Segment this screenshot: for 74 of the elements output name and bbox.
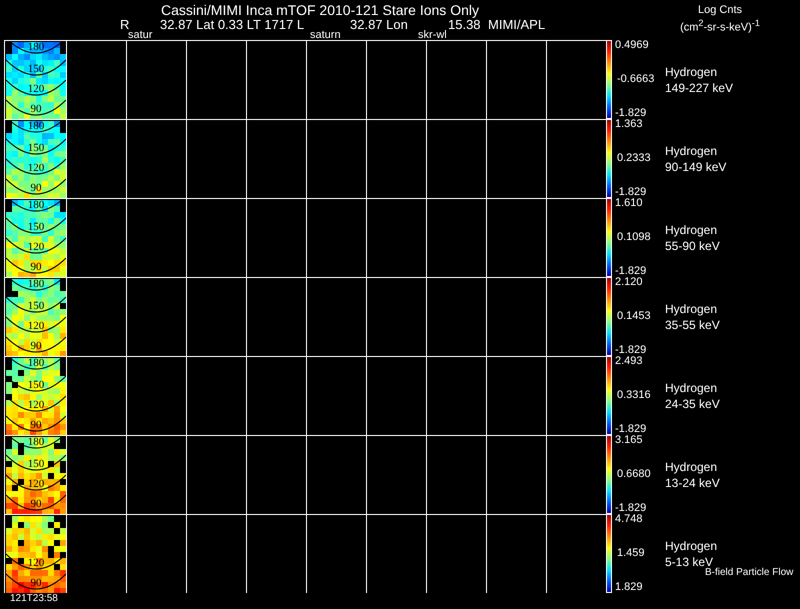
energy-label: 55-90 keV [665, 238, 720, 254]
colorbar-max: 1.610 [615, 198, 643, 209]
contour-label: 120 [28, 83, 44, 95]
colorbar-mid: -0.6663 [617, 74, 654, 85]
energy-label: 13-24 keV [665, 474, 720, 490]
target-label: skr-wl [418, 31, 447, 40]
contour-label: 120 [28, 399, 44, 411]
contour-label: 90 [30, 182, 42, 194]
ephemeris-text: 32.87 Lon [350, 18, 409, 31]
units-title: Log Cnts [698, 4, 742, 17]
colorbar-mid: 1.459 [617, 548, 645, 559]
contour-label: 150 [28, 300, 44, 312]
species-label: Hydrogen [665, 64, 718, 80]
contour-label: 150 [28, 379, 44, 391]
contour-label: 180 [28, 358, 44, 369]
colorbar-mid: 0.6680 [617, 469, 651, 480]
contour-label: 150 [28, 142, 44, 154]
colorbar-max: 2.493 [615, 356, 643, 367]
colorbar-min: -1.829 [615, 187, 646, 198]
legend-note: B-field Particle Flow [705, 566, 794, 580]
contour-label: 150 [28, 458, 44, 470]
ephemeris-text: 15.38 [448, 18, 482, 31]
species-label: Hydrogen [665, 222, 718, 238]
contour-label: 90 [30, 577, 42, 589]
contour-label: 90 [30, 261, 42, 273]
colorbar-min: -1.829 [615, 503, 646, 514]
contour-label: 180 [28, 121, 44, 132]
contour-label: 120 [28, 557, 44, 569]
colorbar-max: 2.120 [615, 277, 643, 288]
species-label: Hydrogen [665, 142, 718, 158]
species-label: Hydrogen [665, 458, 718, 474]
ephemeris-text: 32.87 Lat 0.33 LT 1717 L [160, 18, 306, 31]
colorbar-mid: 0.1453 [617, 311, 651, 322]
contour-label: 180 [28, 200, 44, 211]
species-label: Hydrogen [665, 300, 718, 316]
energy-label: 149-227 keV [665, 80, 734, 96]
contour-label: 120 [28, 241, 44, 253]
energy-label: 24-35 keV [665, 396, 720, 412]
colorbar-mid: 0.2333 [617, 153, 651, 164]
colorbar-min: -1.829 [615, 345, 646, 356]
energy-label: 35-55 keV [665, 316, 720, 332]
units-label: (cm$^{2}$-sr-s-keV)$^{-1}$ [680, 17, 760, 35]
colorbar-max: 3.165 [615, 435, 643, 446]
species-label: Hydrogen [665, 538, 718, 554]
ephemeris-text: R [120, 18, 130, 31]
contour-label: 180 [28, 437, 44, 448]
colorbar-max: 1.363 [615, 119, 643, 130]
time-label: 121T23:58 [10, 593, 59, 605]
species-label: Hydrogen [665, 380, 718, 396]
contour-label: 180 [28, 42, 44, 53]
contour-label: 90 [30, 340, 42, 352]
contour-label: 120 [28, 162, 44, 174]
colorbar-min: -1.829 [615, 266, 646, 277]
colorbar-mid: 0.1098 [617, 232, 651, 243]
ephemeris-text: MIMI/APL [488, 18, 546, 31]
contour-label: 120 [28, 320, 44, 332]
contour-label: 120 [28, 478, 44, 490]
energy-label: 90-149 keV [665, 158, 726, 174]
contour-label: 90 [30, 103, 42, 115]
colorbar-max: 4.748 [615, 514, 643, 525]
contour-label: 150 [28, 63, 44, 75]
colorbar-mid: 0.3316 [617, 390, 651, 401]
colorbar-max: 0.4969 [615, 40, 649, 51]
energy-label: 5-13 keV [665, 554, 714, 568]
target-label: saturn [310, 31, 342, 40]
contour-label: 150 [28, 221, 44, 233]
contour-label: 180 [28, 279, 44, 290]
colorbar-min: -1.829 [615, 424, 646, 435]
plot-title: Cassini/MIMI Inca mTOF 2010-121 Stare Ions Only [161, 2, 479, 18]
contour-label: 90 [30, 498, 42, 510]
colorbar-min: 1.829 [615, 582, 643, 593]
contour-label: 90 [30, 419, 42, 431]
colorbar-min: -1.829 [615, 108, 646, 119]
target-label: satur [128, 31, 154, 40]
